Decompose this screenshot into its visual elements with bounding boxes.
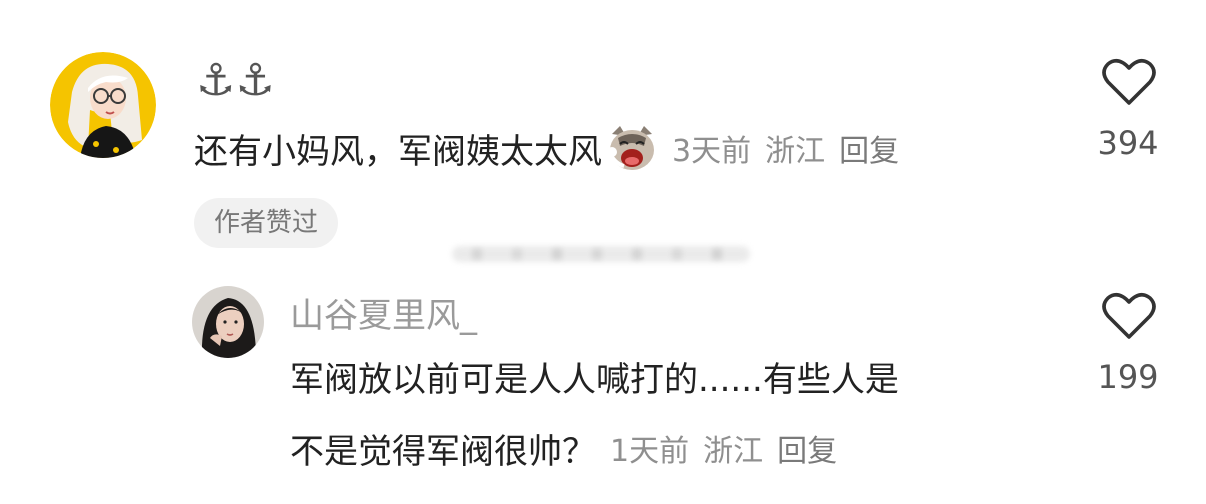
main-comment-time: 3天前 — [672, 134, 752, 169]
blurred-divider — [452, 240, 750, 268]
reply-like-count: 199 — [1097, 358, 1159, 396]
author-liked-badge: 作者赞过 — [194, 198, 339, 248]
main-comment-text: 还有小妈风，军阀姨太太风 — [194, 131, 602, 172]
main-comment-reply-button[interactable]: 回复 — [839, 134, 899, 169]
reply-avatar[interactable] — [192, 286, 264, 358]
main-comment-like-count: 394 — [1097, 124, 1159, 162]
main-comment-username[interactable]: ⚓⚓ — [196, 54, 275, 108]
main-comment-avatar[interactable] — [50, 52, 156, 158]
main-comment-body[interactable]: 还有小妈风，军阀姨太太风 3天前 浙江 回复 — [194, 124, 913, 172]
reply-meta: 1天前 浙江 回复 — [610, 426, 851, 470]
crying-cat-emoji — [604, 124, 660, 172]
reply-body-line2[interactable]: 不是觉得军阀很帅？ 1天前 浙江 回复 — [290, 424, 851, 472]
reply-like-button[interactable] — [1102, 292, 1156, 344]
avatar-photo — [192, 286, 264, 358]
avatar-illustration — [50, 52, 156, 158]
main-comment-meta: 3天前 浙江 回复 — [672, 126, 913, 170]
reply-location: 浙江 — [703, 434, 764, 469]
main-comment-like-button[interactable] — [1102, 58, 1156, 110]
reply-text-line1[interactable]: 军阀放以前可是人人喊打的......有些人是 — [290, 356, 899, 404]
reply-username[interactable]: 山谷夏里风_ — [290, 294, 477, 338]
heart-outline-icon — [1102, 293, 1156, 339]
main-comment-location: 浙江 — [765, 134, 826, 169]
reply-text-line2: 不是觉得军阀很帅？ — [290, 431, 596, 472]
reply-reply-button[interactable]: 回复 — [777, 434, 837, 469]
reply-time: 1天前 — [610, 434, 690, 469]
heart-outline-icon — [1102, 59, 1156, 105]
